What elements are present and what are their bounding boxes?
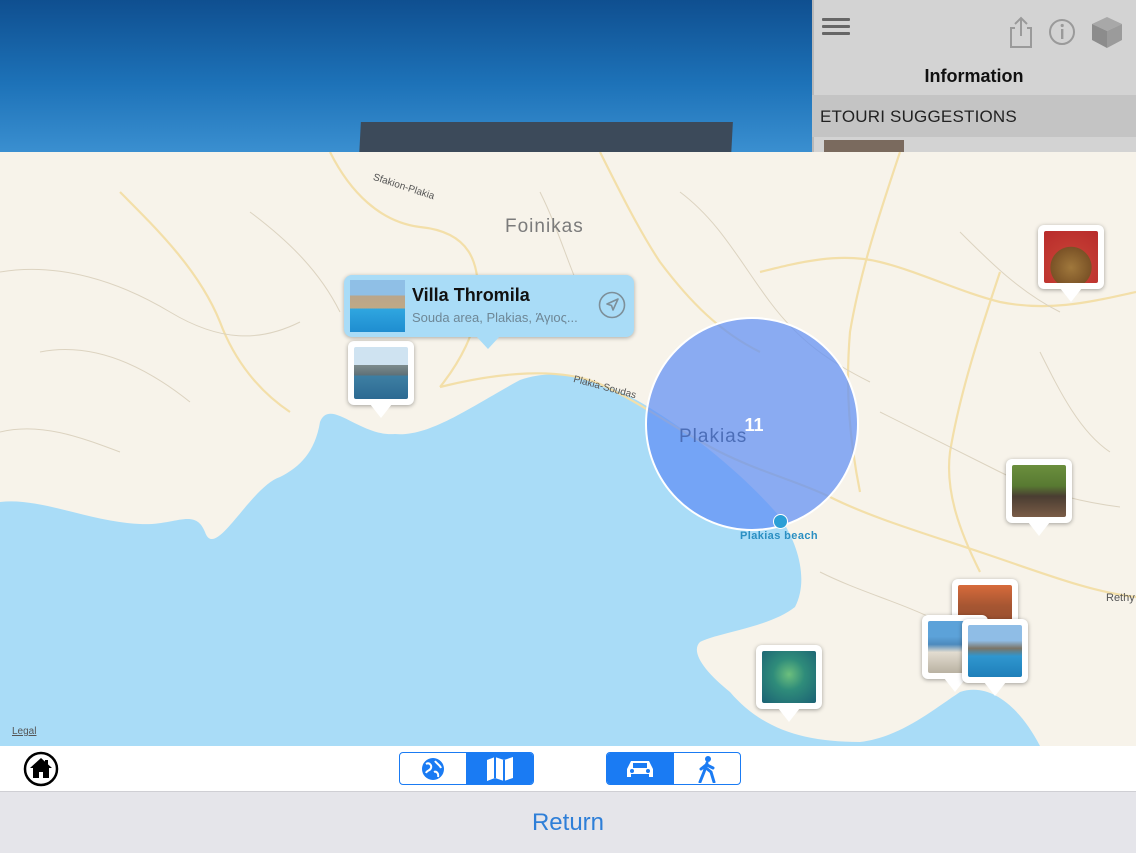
suggestions-label: ETOURI SUGGESTIONS — [820, 107, 1017, 126]
photo-thumbnail — [1012, 465, 1066, 517]
photo-thumbnail — [1044, 231, 1098, 283]
header-photo — [0, 0, 812, 152]
share-icon[interactable] — [1006, 14, 1036, 50]
cluster-marker[interactable]: Plakias 11 — [645, 317, 859, 531]
photo-pin-food[interactable] — [1038, 225, 1104, 302]
panel-title: Information — [924, 66, 1024, 86]
bottom-toolbar — [0, 746, 1136, 791]
suggestions-header[interactable]: ETOURI SUGGESTIONS — [812, 95, 1136, 137]
map-icon[interactable] — [467, 753, 533, 784]
navigate-icon[interactable] — [598, 291, 626, 319]
photo-pin-horses[interactable] — [1006, 459, 1072, 536]
travel-mode-toggle — [606, 752, 741, 785]
callout-title: Villa Thromila — [412, 285, 530, 305]
suggestion-thumbnail[interactable] — [824, 140, 904, 152]
place-label-foinikas: Foinikas — [505, 216, 584, 237]
walk-icon[interactable] — [674, 753, 740, 784]
return-bar: Return — [0, 791, 1136, 853]
photo-thumbnail — [354, 347, 408, 399]
car-icon[interactable] — [607, 753, 673, 784]
map-mode-toggle — [399, 752, 534, 785]
info-panel: Information ETOURI SUGGESTIONS — [812, 0, 1136, 152]
callout-subtitle: Souda area, Plakias, Άγιος... — [412, 310, 578, 325]
info-icon[interactable] — [1047, 14, 1077, 50]
place-label-rethy: Rethy — [1106, 592, 1135, 604]
photo-thumbnail — [762, 651, 816, 703]
cluster-count: 11 — [744, 415, 764, 435]
place-callout[interactable]: Villa Thromila Souda area, Plakias, Άγιο… — [344, 275, 634, 349]
home-icon[interactable] — [23, 751, 59, 787]
callout-photo — [350, 280, 405, 332]
return-button[interactable]: Return — [0, 809, 1136, 837]
poi-label-beach[interactable]: Plakias beach — [740, 530, 818, 542]
photo-thumbnail — [968, 625, 1022, 677]
building-roof — [359, 122, 733, 152]
globe-icon[interactable] — [400, 753, 466, 784]
photo-pin-diving[interactable] — [756, 645, 822, 722]
map-view[interactable]: Sfakion-Plakia Foinikas Plakia-Soudas Re… — [0, 152, 1136, 746]
beach-pin-icon[interactable] — [773, 514, 788, 529]
menu-icon[interactable] — [822, 18, 850, 40]
legal-link[interactable]: Legal — [12, 726, 36, 737]
photo-pin-coast[interactable] — [962, 619, 1028, 696]
cube-icon[interactable] — [1090, 14, 1122, 50]
photo-pin-bay[interactable] — [348, 341, 414, 418]
